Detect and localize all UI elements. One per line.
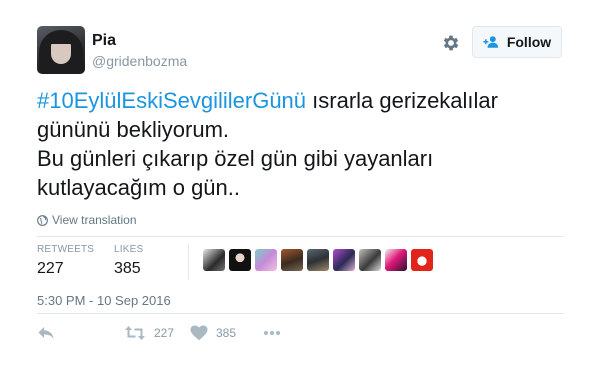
hashtag-link[interactable]: #10EylülEskiSevgililerGünü: [37, 88, 306, 113]
liker-avatar[interactable]: [385, 249, 407, 271]
retweets-count: 227: [37, 260, 64, 277]
reply-icon: [38, 327, 54, 339]
retweet-count: 227: [154, 326, 175, 340]
liker-avatar[interactable]: [255, 249, 277, 271]
retweet-icon: [125, 326, 145, 340]
user-name[interactable]: Pia: [92, 32, 116, 50]
more-button[interactable]: [262, 325, 282, 341]
tweet-text-line2: gününü bekliyorum.: [37, 117, 230, 142]
tweet-text-line3: Bu günleri çıkarıp özel gün gibi yayanla…: [37, 146, 434, 171]
avatar[interactable]: [37, 26, 85, 74]
likes-count: 385: [114, 260, 141, 277]
user-handle[interactable]: @gridenbozma: [92, 53, 187, 69]
like-count: 385: [216, 326, 237, 340]
likes-stat[interactable]: LIKES 385: [114, 244, 143, 278]
retweets-label: RETWEETS: [37, 244, 95, 255]
like-button[interactable]: 385: [190, 325, 236, 341]
liker-avatar[interactable]: [307, 249, 329, 271]
liker-avatar[interactable]: [359, 249, 381, 271]
liker-avatar[interactable]: [229, 249, 251, 271]
more-icon: [264, 331, 280, 335]
divider: [37, 313, 564, 314]
liker-avatar[interactable]: [281, 249, 303, 271]
view-translation-label: View translation: [52, 213, 137, 227]
follow-label: Follow: [506, 34, 552, 50]
globe-icon: [37, 214, 48, 226]
likes-label: LIKES: [114, 244, 144, 255]
reply-button[interactable]: [37, 325, 55, 341]
retweets-stat[interactable]: RETWEETS 227: [37, 244, 94, 278]
tweet-timestamp[interactable]: 5:30 PM - 10 Sep 2016: [37, 293, 171, 308]
tweet-text-line1: ısrarla gerizekalılar: [306, 88, 498, 113]
add-user-icon: [483, 36, 498, 48]
tweet-text-line4: kutlayacağım o gün..: [37, 175, 241, 200]
retweet-button[interactable]: 227: [124, 325, 174, 341]
gear-icon[interactable]: [441, 33, 461, 53]
follow-button[interactable]: Follow: [472, 26, 562, 58]
stats-separator: [188, 244, 189, 280]
liker-avatar[interactable]: [203, 249, 225, 271]
liker-avatar[interactable]: [333, 249, 355, 271]
tweet-text: #10EylülEskiSevgililerGünü ısrarla geriz…: [37, 86, 567, 202]
heart-icon: [190, 325, 208, 341]
liker-avatars: [203, 249, 433, 271]
divider: [37, 236, 564, 237]
liker-avatar[interactable]: [411, 249, 433, 271]
view-translation-link[interactable]: View translation: [37, 213, 137, 227]
